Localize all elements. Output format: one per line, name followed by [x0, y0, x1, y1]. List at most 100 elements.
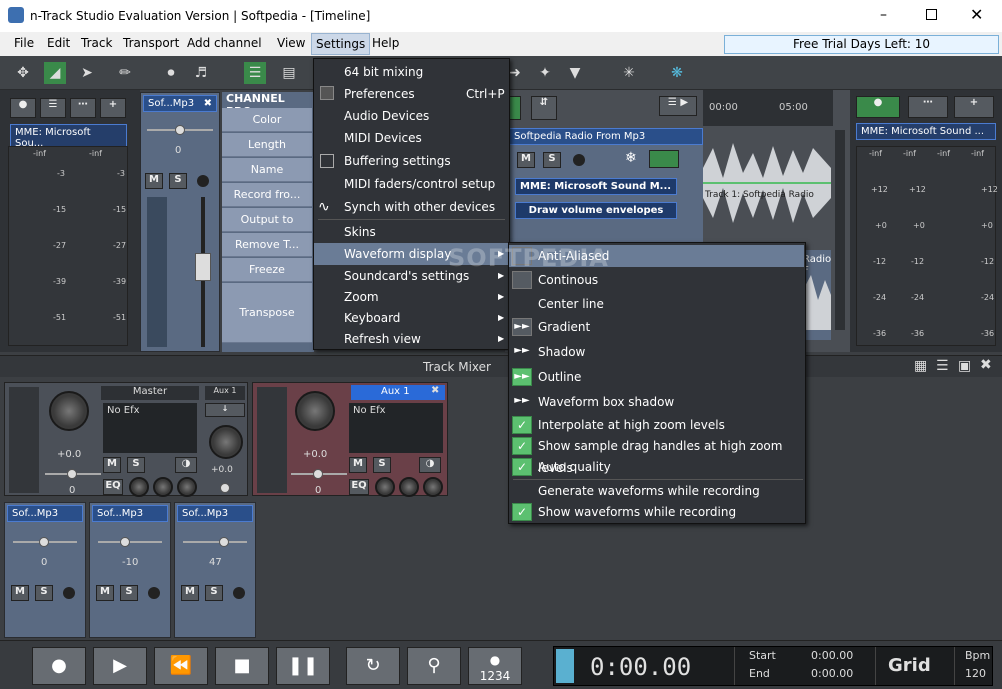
submenu-item-generate-waveforms[interactable]: Generate waveforms while recording [509, 480, 804, 502]
output-record-button[interactable]: ● [856, 96, 900, 118]
metronome-count-button[interactable]: ● 1234 [468, 647, 522, 685]
track-record-icon[interactable] [573, 154, 585, 166]
master-solo-button[interactable]: S [127, 457, 145, 473]
menu-item-buffering[interactable]: Buffering settings [314, 150, 509, 172]
submenu-item-box-shadow[interactable]: ►► Waveform box shadow [509, 391, 804, 413]
prop-output-to[interactable]: Output to [222, 208, 312, 232]
master-eq-knob-2[interactable] [153, 477, 173, 497]
list-button[interactable]: ☰ [40, 98, 66, 118]
magic-wand-icon[interactable]: ✦ [534, 62, 556, 84]
maximize-icon[interactable] [926, 9, 937, 20]
tile-view-icon[interactable]: ▣ [958, 358, 971, 374]
submenu-item-shadow[interactable]: ►► Shadow [509, 341, 804, 363]
pause-button[interactable]: ❚❚ [276, 647, 330, 685]
grid-view-icon[interactable]: ▦ [914, 358, 927, 374]
metronome-icon[interactable]: ♬ [190, 62, 212, 84]
master-volume-knob[interactable] [49, 391, 89, 431]
mixer-track-3-solo[interactable]: S [205, 585, 223, 601]
volume-ramp-icon[interactable]: ◢ [44, 62, 66, 84]
output-add-button[interactable]: + [954, 96, 994, 118]
close-icon[interactable]: ✕ [970, 5, 983, 24]
aux-small-send[interactable]: ↓ [205, 403, 245, 417]
add-button[interactable]: + [100, 98, 126, 118]
mixer-track-3-record-icon[interactable] [233, 587, 245, 599]
time-ruler[interactable]: 00:00 05:00 [703, 90, 833, 126]
master-eq-knob-1[interactable] [129, 477, 149, 497]
pointer-icon[interactable]: ➤ [76, 62, 98, 84]
master-pan-handle[interactable] [67, 469, 77, 479]
aux-small-knob[interactable] [209, 425, 243, 459]
timeline-green-button[interactable] [509, 96, 521, 120]
mixer-track-3-name[interactable]: Sof...Mp3 [177, 505, 253, 522]
menu-help[interactable]: Help [372, 36, 399, 50]
mute-button[interactable]: M [145, 173, 163, 189]
master-mute-button[interactable]: M [103, 457, 121, 473]
menu-track[interactable]: Track [81, 36, 112, 50]
bpm-box[interactable]: Bpm 120 [954, 647, 992, 685]
mixer-track-2-mute[interactable]: M [96, 585, 114, 601]
menu-item-64bit[interactable]: 64 bit mixing [314, 61, 509, 83]
mixer-track-3-pan-handle[interactable] [219, 537, 229, 547]
track-solo-button[interactable]: S [543, 152, 561, 168]
menu-item-zoom[interactable]: Zoom ▶ [314, 286, 509, 308]
record-icon[interactable] [197, 175, 209, 187]
aux1-eq-knob-2[interactable] [399, 477, 419, 497]
timeline-menu-button[interactable]: ☰ ▶ [659, 96, 697, 116]
strips-view-icon[interactable]: ☰ [936, 358, 949, 374]
mixer-track-1-solo[interactable]: S [35, 585, 53, 601]
submenu-item-center-line[interactable]: Center line [509, 293, 804, 315]
prop-freeze[interactable]: Freeze [222, 258, 312, 282]
rewind-button[interactable]: ⏪ [154, 647, 208, 685]
mixer-track-1-record-icon[interactable] [63, 587, 75, 599]
loop-button[interactable]: ↻ [346, 647, 400, 685]
play-button[interactable]: ▶ [93, 647, 147, 685]
menu-view[interactable]: View [277, 36, 305, 50]
piano-icon[interactable]: ▤ [278, 62, 300, 84]
volume-fader-handle[interactable] [195, 253, 211, 281]
more-button[interactable]: ⋯ [70, 98, 96, 118]
output-device-label[interactable]: MME: Microsoft Sound ... [856, 123, 996, 140]
mixer-track-2-pan-handle[interactable] [120, 537, 130, 547]
effects-icon[interactable]: ✳ [618, 62, 640, 84]
menu-item-refresh[interactable]: Refresh view ▶ [314, 328, 509, 350]
mixer-track-2-name[interactable]: Sof...Mp3 [92, 505, 168, 522]
master-link-icon[interactable]: ◑ [175, 457, 197, 473]
minimize-icon[interactable]: – [880, 8, 894, 22]
submenu-item-continous[interactable]: Continous [509, 269, 804, 291]
freeze-icon[interactable]: ❄ [625, 150, 637, 166]
menu-item-midi-faders[interactable]: MIDI faders/control setup [314, 173, 509, 195]
close-mixer-icon[interactable]: ✖ [980, 357, 992, 373]
mixer-track-2-record-icon[interactable] [148, 587, 160, 599]
aux1-eq-knob-3[interactable] [423, 477, 443, 497]
move-icon[interactable]: ✥ [12, 62, 34, 84]
menu-item-midi-devices[interactable]: MIDI Devices [314, 127, 509, 149]
aux1-link-icon[interactable]: ◑ [419, 457, 441, 473]
aux1-volume-knob[interactable] [295, 391, 335, 431]
aux1-solo-button[interactable]: S [373, 457, 391, 473]
mixer-icon[interactable]: ☰ [244, 62, 266, 84]
pan-handle[interactable] [175, 125, 185, 135]
menu-item-preferences[interactable]: Preferences Ctrl+P [314, 83, 509, 105]
grid-button[interactable]: Grid [888, 655, 931, 676]
aux-small-pan-handle[interactable] [220, 483, 230, 493]
mixer-track-3-pan[interactable] [183, 541, 247, 543]
pencil-icon[interactable]: ✏ [114, 62, 136, 84]
solo-button[interactable]: S [169, 173, 187, 189]
submenu-item-show-waveforms[interactable]: ✓ Show waveforms while recording [509, 501, 804, 523]
master-efx[interactable]: No Efx [103, 403, 197, 453]
aux1-efx[interactable]: No Efx [349, 403, 443, 453]
microphone-icon[interactable]: ⏺ [160, 62, 182, 84]
submenu-item-gradient[interactable]: ►► Gradient [509, 316, 804, 338]
mixer-track-3-mute[interactable]: M [181, 585, 199, 601]
menu-settings[interactable]: Settings [311, 33, 371, 55]
track-name[interactable]: Sof...Mp3 ✖ [143, 95, 217, 112]
close-track-icon[interactable]: ✖ [204, 98, 212, 109]
tuner-button[interactable]: ⚲ [407, 647, 461, 685]
aux1-close-icon[interactable]: ✖ [431, 385, 439, 396]
prop-transpose[interactable]: Transpose [222, 283, 312, 343]
prop-length[interactable]: Length [222, 133, 312, 157]
draw-envelopes-button[interactable]: Draw volume envelopes [515, 202, 677, 219]
prop-name[interactable]: Name [222, 158, 312, 182]
menu-item-keyboard[interactable]: Keyboard ▶ [314, 307, 509, 329]
timeline-scroll-button[interactable]: ⇵ [531, 96, 557, 120]
